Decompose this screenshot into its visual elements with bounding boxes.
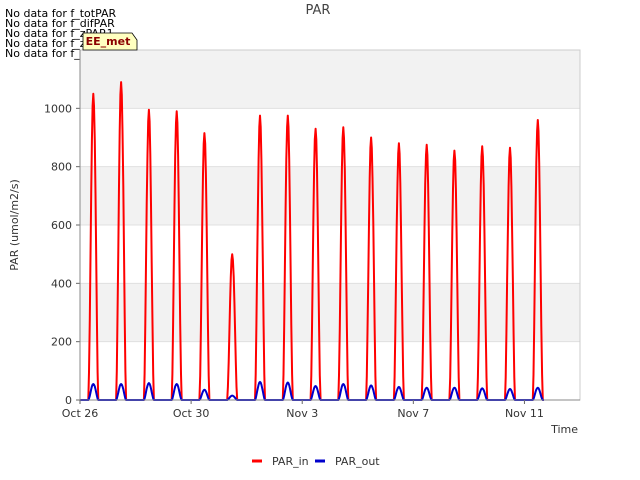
- plot-band: [80, 225, 580, 284]
- legend-label: PAR_out: [335, 455, 380, 468]
- x-tick-label: Oct 26: [62, 407, 99, 420]
- y-tick-label: 0: [65, 394, 72, 407]
- y-tick-label: 200: [51, 336, 72, 349]
- y-tick-label: 800: [51, 161, 72, 174]
- legend-label: PAR_in: [272, 455, 309, 468]
- ee-met-badge: EE_met: [82, 32, 138, 51]
- y-tick-label: 1000: [44, 102, 72, 115]
- plot-band: [80, 283, 580, 342]
- plot-band: [80, 166, 580, 225]
- x-tick-label: Oct 30: [173, 407, 210, 420]
- x-tick-label: Nov 7: [397, 407, 429, 420]
- y-axis-label: PAR (umol/m2/s): [8, 179, 21, 271]
- y-tick-label: 600: [51, 219, 72, 232]
- chart-title: PAR: [306, 3, 331, 18]
- x-tick-label: Nov 3: [286, 407, 318, 420]
- x-axis-label: Time: [550, 423, 578, 436]
- badge-label: EE_met: [86, 35, 131, 48]
- legend: PAR_in PAR_out: [252, 455, 380, 468]
- par-chart: 0 200 400 600 800 1000 Oct 26 Oct 30 Nov 3 Nov 7 N…: [8, 3, 581, 468]
- plot-band: [80, 50, 580, 109]
- x-tick-label: Nov 11: [505, 407, 544, 420]
- plot-band: [80, 108, 580, 167]
- y-tick-label: 400: [51, 277, 72, 290]
